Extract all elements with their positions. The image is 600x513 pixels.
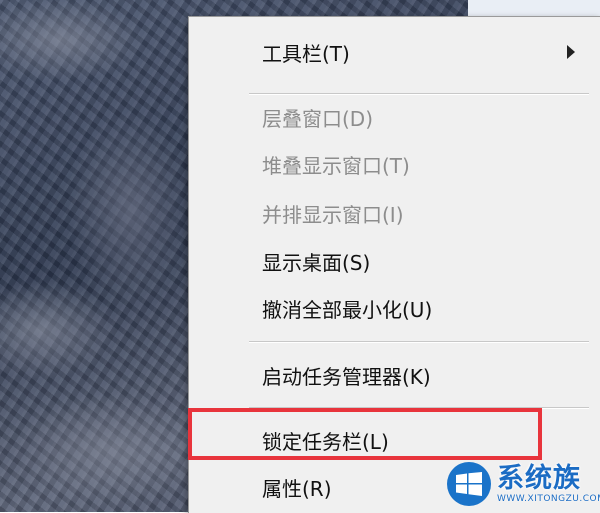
- menu-item-label: 撤消全部最小化(U): [262, 297, 433, 322]
- menu-item-label: 层叠窗口(D): [262, 106, 374, 131]
- menu-item-cascade-windows[interactable]: 层叠窗口(D): [189, 97, 600, 137]
- watermark-title: 系统族: [497, 462, 581, 494]
- windows-logo-icon: [447, 462, 491, 506]
- menu-item-label: 启动任务管理器(K): [262, 364, 431, 389]
- menu-separator: [249, 341, 589, 343]
- menu-item-label: 属性(R): [262, 476, 332, 501]
- highlight-annotation-box: [188, 408, 542, 460]
- menu-item-toolbars[interactable]: 工具栏(T): [189, 32, 600, 72]
- site-watermark: 系统族 WWW.XITONGZU.COM: [447, 456, 600, 512]
- menu-item-task-manager[interactable]: 启动任务管理器(K): [189, 355, 600, 395]
- submenu-arrow-icon: [567, 45, 575, 59]
- watermark-url: WWW.XITONGZU.COM: [497, 493, 600, 504]
- menu-item-undo-minimize-all[interactable]: 撤消全部最小化(U): [189, 288, 600, 328]
- menu-item-label: 工具栏(T): [262, 41, 350, 66]
- menu-item-show-desktop[interactable]: 显示桌面(S): [189, 241, 600, 281]
- menu-item-stack-windows[interactable]: 堆叠显示窗口(T): [189, 144, 600, 184]
- menu-item-label: 显示桌面(S): [262, 250, 371, 275]
- menu-separator: [249, 93, 589, 95]
- menu-item-label: 堆叠显示窗口(T): [262, 153, 410, 178]
- menu-item-label: 并排显示窗口(I): [262, 202, 404, 227]
- menu-item-side-by-side-windows[interactable]: 并排显示窗口(I): [189, 193, 600, 233]
- window-edge: [468, 0, 600, 16]
